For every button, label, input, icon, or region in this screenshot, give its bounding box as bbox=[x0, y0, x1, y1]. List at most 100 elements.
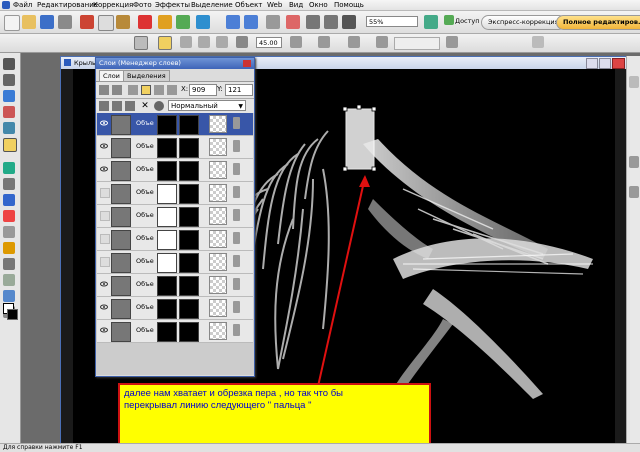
menu-view[interactable]: Вид bbox=[289, 0, 303, 10]
options-field[interactable] bbox=[394, 37, 440, 50]
paste-icon[interactable] bbox=[116, 15, 130, 29]
express-correction-button[interactable]: Экспресс-коррекция bbox=[481, 15, 566, 30]
shape-icon[interactable] bbox=[3, 106, 15, 118]
layer-lock-icon[interactable] bbox=[233, 255, 240, 267]
crop-tool-icon[interactable] bbox=[3, 178, 15, 190]
redo-icon[interactable] bbox=[244, 15, 258, 29]
zoom-in-icon[interactable] bbox=[424, 15, 438, 29]
menu-selection[interactable]: Выделение bbox=[191, 0, 233, 10]
lasso-icon[interactable] bbox=[3, 122, 15, 134]
copy-icon[interactable] bbox=[98, 15, 114, 31]
layer-row[interactable]: Объе bbox=[97, 205, 253, 228]
text-icon[interactable] bbox=[3, 90, 15, 102]
tab-selections[interactable]: Выделения bbox=[123, 70, 170, 81]
transform-tool-icon[interactable] bbox=[3, 138, 17, 152]
layer-lock-icon[interactable] bbox=[233, 278, 240, 290]
menu-effects[interactable]: Эффекты bbox=[155, 0, 190, 10]
eye-icon[interactable] bbox=[100, 326, 108, 334]
maximize-icon[interactable] bbox=[599, 58, 611, 69]
menu-object[interactable]: Объект bbox=[235, 0, 262, 10]
arrange-icon[interactable] bbox=[376, 36, 388, 48]
layer-link-icon[interactable] bbox=[167, 85, 177, 95]
scan-icon[interactable] bbox=[266, 15, 280, 29]
fill-tool-icon[interactable] bbox=[3, 258, 15, 270]
eraser-icon[interactable] bbox=[3, 242, 15, 254]
zoom-tool-icon[interactable] bbox=[3, 290, 15, 302]
x-field[interactable]: 909 bbox=[189, 84, 217, 96]
zoom-select[interactable]: 55% bbox=[366, 16, 418, 27]
fill-icon[interactable] bbox=[158, 15, 172, 29]
new-layer-icon[interactable] bbox=[99, 101, 109, 111]
menu-file[interactable]: Файл bbox=[13, 0, 32, 10]
layer-row[interactable]: Объе bbox=[97, 251, 253, 274]
perspective-icon[interactable] bbox=[180, 36, 192, 48]
grid-icon[interactable] bbox=[306, 15, 320, 29]
panel-toggle-icon[interactable] bbox=[629, 76, 639, 88]
layer-lock-icon[interactable] bbox=[233, 163, 240, 175]
layer-lock-icon[interactable] bbox=[233, 209, 240, 221]
select-rect-icon[interactable] bbox=[3, 162, 15, 174]
side-panel-bar[interactable] bbox=[626, 56, 640, 444]
menu-correction[interactable]: Коррекция bbox=[93, 0, 133, 10]
layer-group-icon[interactable] bbox=[154, 85, 164, 95]
menu-help[interactable]: Помощь bbox=[334, 0, 364, 10]
layer-lock-icon[interactable] bbox=[233, 117, 240, 129]
access-button[interactable]: Доступ bbox=[455, 15, 480, 27]
layer-properties-icon[interactable] bbox=[125, 101, 135, 111]
eye-icon[interactable] bbox=[100, 303, 108, 311]
close-icon[interactable] bbox=[612, 58, 625, 69]
menu-web[interactable]: Web bbox=[267, 0, 282, 10]
skew-icon[interactable] bbox=[216, 36, 228, 48]
new-file-icon[interactable] bbox=[4, 15, 20, 31]
undo-icon[interactable] bbox=[226, 15, 240, 29]
print-icon[interactable] bbox=[58, 15, 72, 29]
distort-icon[interactable] bbox=[198, 36, 210, 48]
layer-lock-icon[interactable] bbox=[128, 85, 138, 95]
open-folder-icon[interactable] bbox=[22, 15, 36, 29]
rotate-icon[interactable] bbox=[342, 15, 356, 29]
layer-lock-icon[interactable] bbox=[233, 186, 240, 198]
eye-hidden-icon[interactable] bbox=[100, 257, 110, 267]
share-icon[interactable] bbox=[196, 15, 210, 29]
brush-icon[interactable] bbox=[3, 210, 15, 222]
layer-row[interactable]: Объе bbox=[97, 228, 253, 251]
eye-hidden-icon[interactable] bbox=[100, 211, 110, 221]
layer-transform-icon[interactable] bbox=[141, 85, 151, 95]
eyedropper-icon[interactable] bbox=[3, 194, 15, 206]
full-edit-button[interactable]: Полное редактиров... bbox=[556, 15, 640, 30]
eye-hidden-icon[interactable] bbox=[100, 234, 110, 244]
eye-icon[interactable] bbox=[100, 142, 108, 150]
panel-button-icon[interactable] bbox=[629, 156, 639, 168]
y-field[interactable]: 121 bbox=[225, 84, 253, 96]
layer-lock-icon[interactable] bbox=[233, 232, 240, 244]
pointer-icon[interactable] bbox=[3, 58, 15, 70]
eye-icon[interactable] bbox=[100, 165, 108, 173]
clone-icon[interactable] bbox=[3, 226, 15, 238]
menu-edit[interactable]: Редактирование bbox=[37, 0, 98, 10]
layer-row[interactable]: Объе bbox=[97, 297, 253, 320]
settings-icon[interactable] bbox=[532, 36, 544, 48]
duplicate-layer-icon[interactable] bbox=[112, 101, 122, 111]
layer-row[interactable]: Объе bbox=[97, 159, 253, 182]
menu-photo[interactable]: Фото bbox=[133, 0, 152, 10]
menu-window[interactable]: Окно bbox=[309, 0, 328, 10]
smudge-icon[interactable] bbox=[3, 274, 15, 286]
layer-mask-icon[interactable] bbox=[112, 85, 122, 95]
layer-row[interactable]: Объе bbox=[97, 113, 253, 136]
delete-layer-icon[interactable]: ✕ bbox=[140, 101, 150, 111]
crop-icon[interactable] bbox=[176, 15, 190, 29]
align-icon[interactable] bbox=[348, 36, 360, 48]
layer-tool-icon[interactable] bbox=[99, 85, 109, 95]
cut-icon[interactable] bbox=[80, 15, 94, 29]
guides-icon[interactable] bbox=[324, 15, 338, 29]
panel-expand-icon[interactable] bbox=[629, 186, 639, 198]
layer-row[interactable]: Объе bbox=[97, 136, 253, 159]
blend-mode-select[interactable]: Нормальный ▼ bbox=[168, 100, 246, 111]
layer-row[interactable]: Объе bbox=[97, 320, 253, 343]
apply-icon[interactable] bbox=[446, 36, 458, 48]
layer-row[interactable]: Объе bbox=[97, 274, 253, 297]
layers-title-bar[interactable]: Слои (Менеджер слоев) bbox=[96, 58, 254, 69]
layer-lock-icon[interactable] bbox=[233, 324, 240, 336]
layer-lock-icon[interactable] bbox=[233, 140, 240, 152]
free-transform-icon[interactable] bbox=[158, 36, 172, 50]
